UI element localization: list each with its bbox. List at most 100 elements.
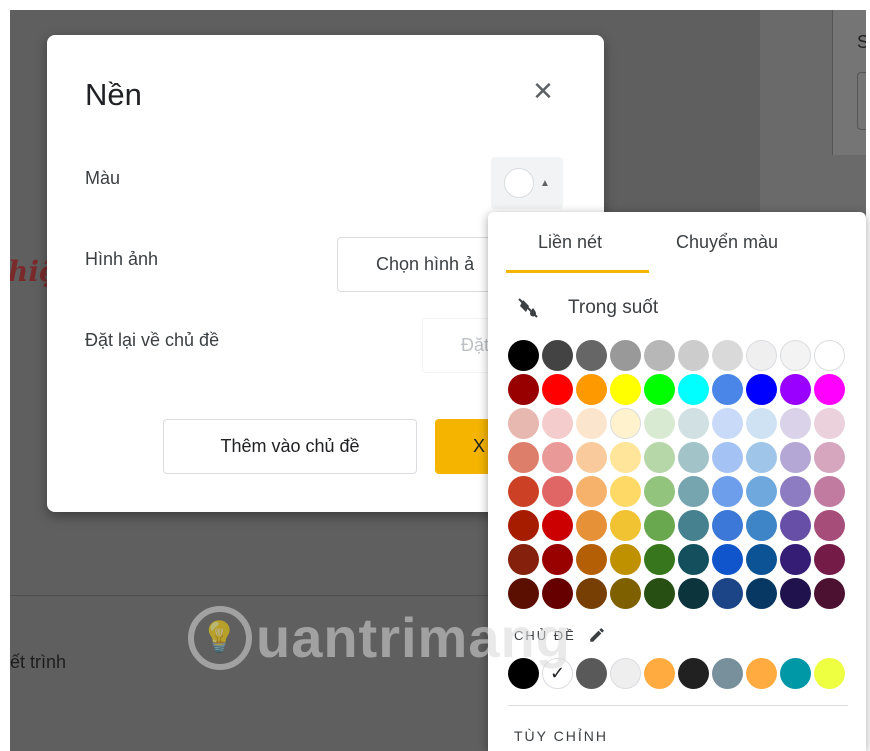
color-swatch[interactable] — [542, 544, 573, 575]
color-swatch[interactable] — [746, 374, 777, 405]
theme-color-swatch[interactable] — [712, 658, 743, 689]
theme-color-swatch[interactable] — [610, 658, 641, 689]
theme-color-swatch[interactable] — [576, 658, 607, 689]
color-swatch[interactable] — [508, 476, 539, 507]
close-icon[interactable]: ✕ — [531, 78, 555, 104]
color-swatch[interactable] — [644, 476, 675, 507]
add-to-theme-button[interactable]: Thêm vào chủ đề — [163, 419, 417, 474]
color-label: Màu — [85, 168, 121, 188]
color-swatch[interactable] — [712, 476, 743, 507]
color-swatch[interactable] — [576, 442, 607, 473]
color-swatch[interactable] — [678, 374, 709, 405]
color-swatch[interactable] — [542, 442, 573, 473]
tab-gradient[interactable]: Chuyển màu — [676, 232, 778, 253]
color-swatch[interactable] — [712, 340, 743, 371]
color-swatch[interactable] — [610, 476, 641, 507]
theme-color-swatch[interactable] — [814, 658, 845, 689]
color-swatch[interactable] — [712, 510, 743, 541]
active-tab-indicator — [506, 270, 649, 273]
color-swatch[interactable] — [746, 578, 777, 609]
color-swatch[interactable] — [644, 442, 675, 473]
color-swatch[interactable] — [508, 408, 539, 439]
color-swatch[interactable] — [508, 442, 539, 473]
color-swatch[interactable] — [576, 340, 607, 371]
color-swatch[interactable] — [508, 340, 539, 371]
color-swatch[interactable] — [610, 578, 641, 609]
theme-color-swatch[interactable] — [780, 658, 811, 689]
color-swatch[interactable] — [542, 476, 573, 507]
color-swatch[interactable] — [814, 408, 845, 439]
color-swatch[interactable] — [644, 340, 675, 371]
color-swatch[interactable] — [746, 544, 777, 575]
color-swatch[interactable] — [814, 544, 845, 575]
color-row — [508, 476, 848, 507]
color-swatch[interactable] — [678, 340, 709, 371]
color-swatch[interactable] — [678, 578, 709, 609]
color-swatch[interactable] — [712, 442, 743, 473]
color-swatch[interactable] — [746, 442, 777, 473]
color-swatch[interactable] — [678, 476, 709, 507]
color-swatch[interactable] — [814, 442, 845, 473]
color-swatch[interactable] — [712, 408, 743, 439]
color-swatch[interactable] — [712, 544, 743, 575]
color-swatch[interactable] — [576, 510, 607, 541]
color-swatch[interactable] — [780, 408, 811, 439]
color-swatch[interactable] — [746, 408, 777, 439]
color-swatch[interactable] — [780, 340, 811, 371]
color-swatch[interactable] — [780, 544, 811, 575]
color-swatch[interactable] — [644, 544, 675, 575]
color-swatch[interactable] — [780, 442, 811, 473]
color-swatch[interactable] — [576, 408, 607, 439]
color-swatch[interactable] — [610, 408, 641, 439]
edit-pencil-icon[interactable] — [588, 626, 606, 644]
color-swatch[interactable] — [576, 374, 607, 405]
color-swatch[interactable] — [610, 442, 641, 473]
reset-theme-label: Đặt lại về chủ đề — [85, 330, 220, 350]
color-swatch[interactable] — [814, 578, 845, 609]
color-swatch[interactable] — [610, 544, 641, 575]
color-swatch[interactable] — [780, 510, 811, 541]
color-swatch[interactable] — [644, 578, 675, 609]
color-swatch[interactable] — [644, 408, 675, 439]
background-divider — [0, 595, 495, 596]
color-swatch[interactable] — [780, 374, 811, 405]
color-swatch[interactable] — [576, 476, 607, 507]
color-swatch[interactable] — [678, 442, 709, 473]
color-picker-popup: Liền nét Chuyển màu Trong suốt CHỦ ĐỀ ✓ … — [488, 212, 866, 751]
color-swatch[interactable] — [508, 374, 539, 405]
color-swatch[interactable] — [746, 510, 777, 541]
color-swatch[interactable] — [576, 578, 607, 609]
tab-solid[interactable]: Liền nét — [538, 232, 602, 253]
color-swatch[interactable] — [712, 374, 743, 405]
color-swatch[interactable] — [610, 510, 641, 541]
transparent-option[interactable]: Trong suốt — [516, 296, 658, 320]
color-swatch[interactable] — [542, 408, 573, 439]
color-swatch[interactable] — [576, 544, 607, 575]
color-swatch[interactable] — [542, 374, 573, 405]
color-swatch[interactable] — [542, 340, 573, 371]
color-swatch[interactable] — [678, 544, 709, 575]
color-swatch[interactable] — [814, 476, 845, 507]
color-swatch[interactable] — [508, 544, 539, 575]
custom-colors-label[interactable]: TÙY CHỈNH — [514, 728, 608, 744]
color-swatch[interactable] — [814, 340, 845, 371]
color-swatch[interactable] — [780, 476, 811, 507]
theme-color-swatch[interactable] — [746, 658, 777, 689]
color-swatch[interactable] — [678, 510, 709, 541]
color-swatch[interactable] — [644, 374, 675, 405]
color-swatch[interactable] — [814, 510, 845, 541]
color-swatch[interactable] — [644, 510, 675, 541]
color-swatch[interactable] — [814, 374, 845, 405]
color-swatch[interactable] — [746, 340, 777, 371]
color-swatch[interactable] — [610, 374, 641, 405]
color-swatch[interactable] — [610, 340, 641, 371]
color-swatch[interactable] — [508, 510, 539, 541]
color-swatch[interactable] — [542, 510, 573, 541]
color-dropdown-button[interactable]: ▲ — [491, 157, 563, 209]
color-swatch[interactable] — [746, 476, 777, 507]
color-swatch[interactable] — [712, 578, 743, 609]
color-swatch[interactable] — [678, 408, 709, 439]
theme-color-swatch[interactable] — [644, 658, 675, 689]
color-swatch[interactable] — [780, 578, 811, 609]
theme-color-swatch[interactable] — [678, 658, 709, 689]
